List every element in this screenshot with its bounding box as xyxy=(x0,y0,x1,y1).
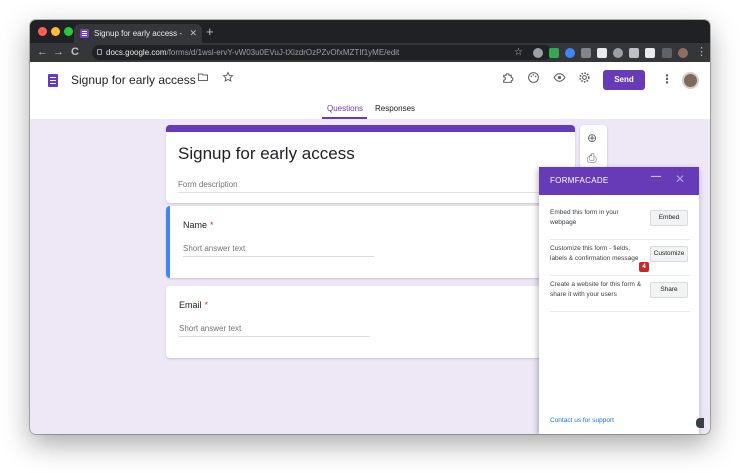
tab-close-icon[interactable]: ✕ xyxy=(189,24,197,43)
extension-icon[interactable] xyxy=(645,48,655,58)
short-answer-placeholder: Short answer text xyxy=(179,324,242,333)
active-tab-indicator xyxy=(322,117,367,119)
browser-tabbar: Signup for early access - Google ✕ + xyxy=(30,20,710,43)
close-icon[interactable]: ✕ xyxy=(675,172,685,186)
minimize-window-button[interactable] xyxy=(51,27,60,36)
question-side-toolbar: ⊕ ⎙ xyxy=(580,125,607,169)
tab-responses[interactable]: Responses xyxy=(375,104,415,113)
browser-toolbar: ← → C docs.google.com/forms/d/1wsl-ervY-… xyxy=(30,43,710,62)
folder-icon[interactable] xyxy=(197,71,209,87)
contact-support-link[interactable]: Contact us for support xyxy=(550,417,614,424)
doc-title[interactable]: Signup for early access xyxy=(71,73,196,87)
addons-puzzle-icon[interactable] xyxy=(501,71,514,88)
back-icon[interactable]: ← xyxy=(37,43,48,62)
formfacade-row-text: Create a website for this form & share i… xyxy=(550,281,642,298)
question-card-email[interactable]: Email * Short answer text xyxy=(166,286,575,358)
browser-menu-icon[interactable]: ⋮ xyxy=(696,43,707,62)
url-path: /forms/d/1wsl-ervY-vW03u0EVuJ-tXizdrOzPZ… xyxy=(166,48,400,57)
answer-underline xyxy=(179,336,370,337)
extension-icon[interactable] xyxy=(613,48,623,58)
extension-icon[interactable] xyxy=(597,48,607,58)
formfacade-header: FORMFACADE — ✕ xyxy=(539,167,699,195)
tab-questions[interactable]: Questions xyxy=(327,104,363,113)
preview-eye-icon[interactable] xyxy=(553,71,566,88)
avatar[interactable] xyxy=(682,72,699,89)
minimize-icon[interactable]: — xyxy=(651,171,661,182)
question-label[interactable]: Name * xyxy=(183,220,214,230)
required-asterisk: * xyxy=(210,220,214,230)
form-tabs: Questions Responses xyxy=(30,103,710,119)
star-icon[interactable] xyxy=(222,71,234,87)
short-answer-placeholder: Short answer text xyxy=(183,244,246,253)
form-title-card[interactable]: Signup for early access Form description xyxy=(166,125,575,203)
address-bar[interactable]: docs.google.com/forms/d/1wsl-ervY-vW03u0… xyxy=(92,45,552,60)
extension-icon[interactable] xyxy=(662,48,672,58)
formfacade-row-embed: Embed this form in your webpage Embed xyxy=(550,205,690,240)
browser-tab-title: Signup for early access - Google xyxy=(94,29,184,38)
extension-icon[interactable] xyxy=(629,48,639,58)
customize-button[interactable]: Customize xyxy=(650,246,688,262)
more-options-icon[interactable]: ⋮ xyxy=(661,71,673,87)
embed-button[interactable]: Embed xyxy=(650,210,688,226)
url-host: docs.google.com xyxy=(106,48,167,57)
extension-icon[interactable] xyxy=(533,48,543,58)
forms-favicon-icon xyxy=(80,29,89,38)
required-asterisk: * xyxy=(204,300,209,310)
browser-tab-active[interactable]: Signup for early access - Google ✕ xyxy=(74,24,202,43)
form-title[interactable]: Signup for early access xyxy=(178,144,355,164)
extension-icon[interactable] xyxy=(549,48,559,58)
forms-logo-icon[interactable] xyxy=(48,74,58,87)
formfacade-row-customize: Customize this form - fields, labels & c… xyxy=(550,241,690,276)
question-label[interactable]: Email * xyxy=(179,300,208,310)
lock-icon xyxy=(97,49,102,55)
reload-icon[interactable]: C xyxy=(71,43,79,62)
bookmark-star-icon[interactable]: ☆ xyxy=(514,43,523,62)
formfacade-row-share: Create a website for this form & share i… xyxy=(550,277,690,312)
formfacade-panel: FORMFACADE — ✕ Embed this form in your w… xyxy=(539,167,699,434)
settings-gear-icon[interactable] xyxy=(578,71,591,88)
import-questions-icon[interactable]: ⎙ xyxy=(587,151,597,165)
formfacade-title: FORMFACADE xyxy=(550,176,609,185)
close-window-button[interactable] xyxy=(38,27,47,36)
help-tab[interactable] xyxy=(696,418,704,428)
browser-window: Signup for early access - Google ✕ + ← →… xyxy=(30,20,710,434)
formfacade-row-text: Customize this form - fields, labels & c… xyxy=(550,245,639,262)
question-card-name[interactable]: Name * Short answer text xyxy=(166,206,575,278)
form-description-field[interactable]: Form description xyxy=(178,180,238,189)
profile-avatar[interactable] xyxy=(678,48,688,58)
extension-icon[interactable] xyxy=(581,48,591,58)
send-button[interactable]: Send xyxy=(603,70,645,90)
new-tab-button[interactable]: + xyxy=(206,23,214,40)
answer-underline xyxy=(183,256,374,257)
palette-icon[interactable] xyxy=(527,71,540,88)
formfacade-row-text: Embed this form in your webpage xyxy=(550,209,619,226)
share-button[interactable]: Share xyxy=(650,282,688,298)
customize-badge: 4 xyxy=(639,262,649,272)
forms-header: Signup for early access Send ⋮ xyxy=(30,62,710,103)
extension-icon[interactable] xyxy=(565,48,575,58)
description-underline xyxy=(178,192,570,193)
maximize-window-button[interactable] xyxy=(64,27,73,36)
add-question-icon[interactable]: ⊕ xyxy=(587,131,597,145)
forward-icon[interactable]: → xyxy=(53,43,64,62)
